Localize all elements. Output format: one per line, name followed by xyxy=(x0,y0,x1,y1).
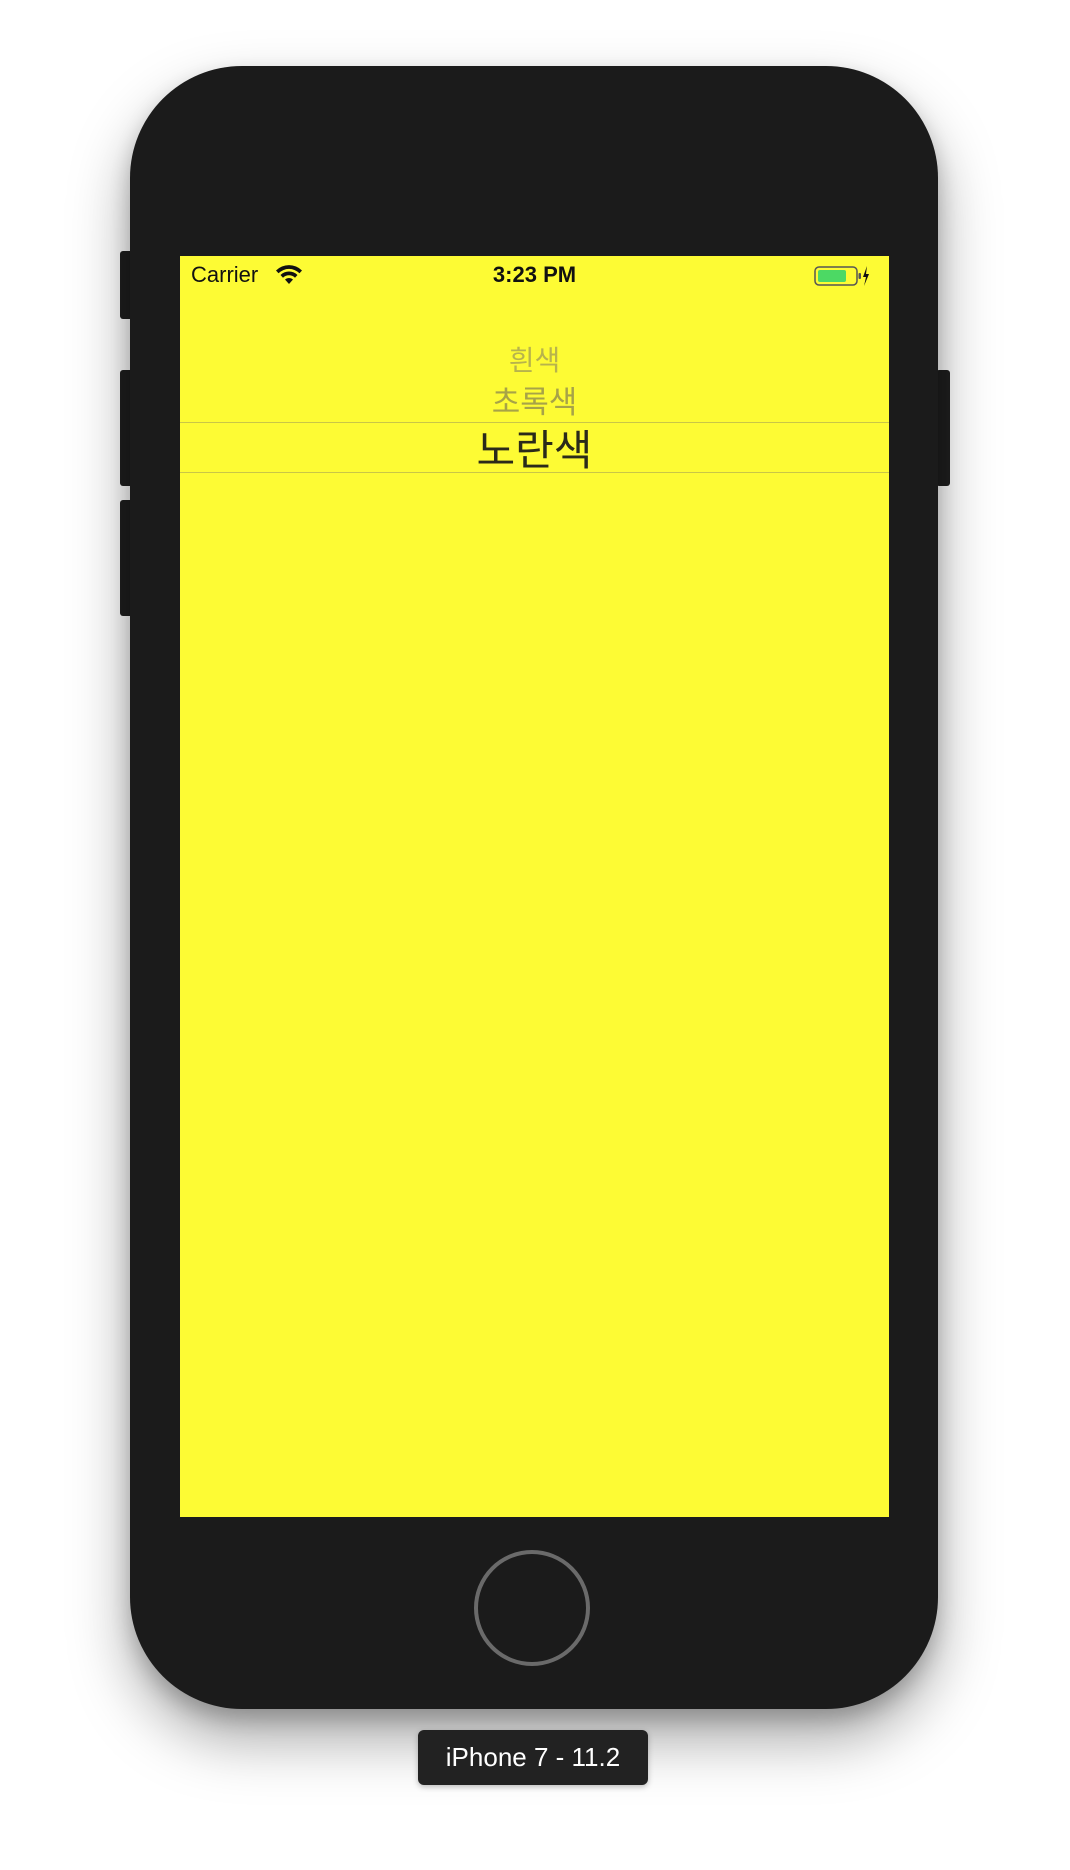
picker-option-yellow-selected[interactable]: 노란색 xyxy=(180,417,889,478)
status-bar: Carrier 3:23 PM xyxy=(180,256,889,296)
home-button[interactable] xyxy=(474,1550,590,1666)
color-picker-wheel[interactable]: 흰색 초록색 노란색 xyxy=(180,296,889,496)
power-button[interactable] xyxy=(936,370,950,486)
picker-option-white[interactable]: 흰색 xyxy=(180,339,889,379)
device-name-label: iPhone 7 - 11.2 xyxy=(418,1730,648,1785)
app-screen[interactable]: Carrier 3:23 PM 흰색 초록색 노란색 xyxy=(180,256,889,1517)
battery-charging-icon xyxy=(814,264,870,288)
simulator-stage: Carrier 3:23 PM 흰색 초록색 노란색 iPhone 7 - 11… xyxy=(0,0,1070,1870)
status-time: 3:23 PM xyxy=(492,262,577,287)
picker-option-green[interactable]: 초록색 xyxy=(180,377,889,422)
selection-indicator-bottom xyxy=(180,472,889,473)
